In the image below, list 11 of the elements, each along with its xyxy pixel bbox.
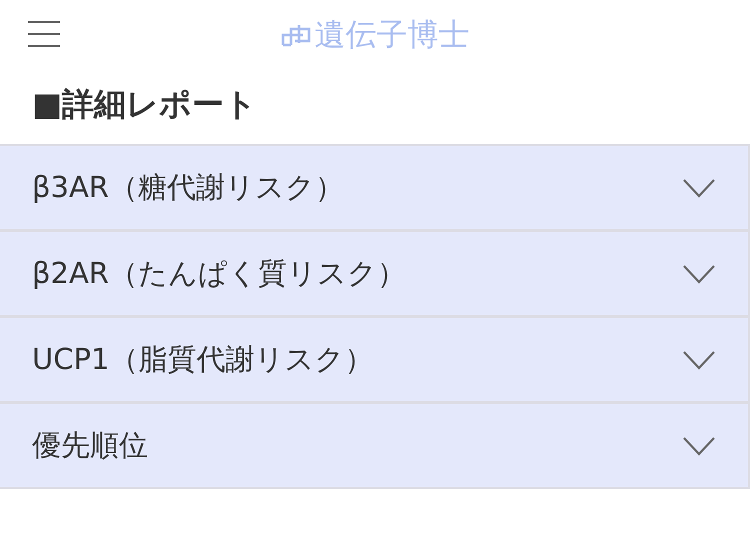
accordion-header[interactable]: β2AR（たんぱく質リスク） bbox=[0, 232, 748, 315]
page-heading: ■詳細レポート bbox=[31, 84, 258, 125]
chevron-icon bbox=[682, 178, 716, 198]
accordion-header[interactable]: 優先順位 bbox=[0, 404, 748, 487]
menu-button[interactable] bbox=[28, 20, 60, 48]
chevron-icon bbox=[682, 350, 716, 370]
accordion-header[interactable]: β3AR（糖代謝リスク） bbox=[0, 146, 748, 229]
accordion-header[interactable]: UCP1（脂質代謝リスク） bbox=[0, 318, 748, 401]
chevron-icon bbox=[682, 264, 716, 284]
chevron-icon bbox=[682, 436, 716, 456]
app-logo: 遺伝子博士 bbox=[314, 16, 470, 55]
